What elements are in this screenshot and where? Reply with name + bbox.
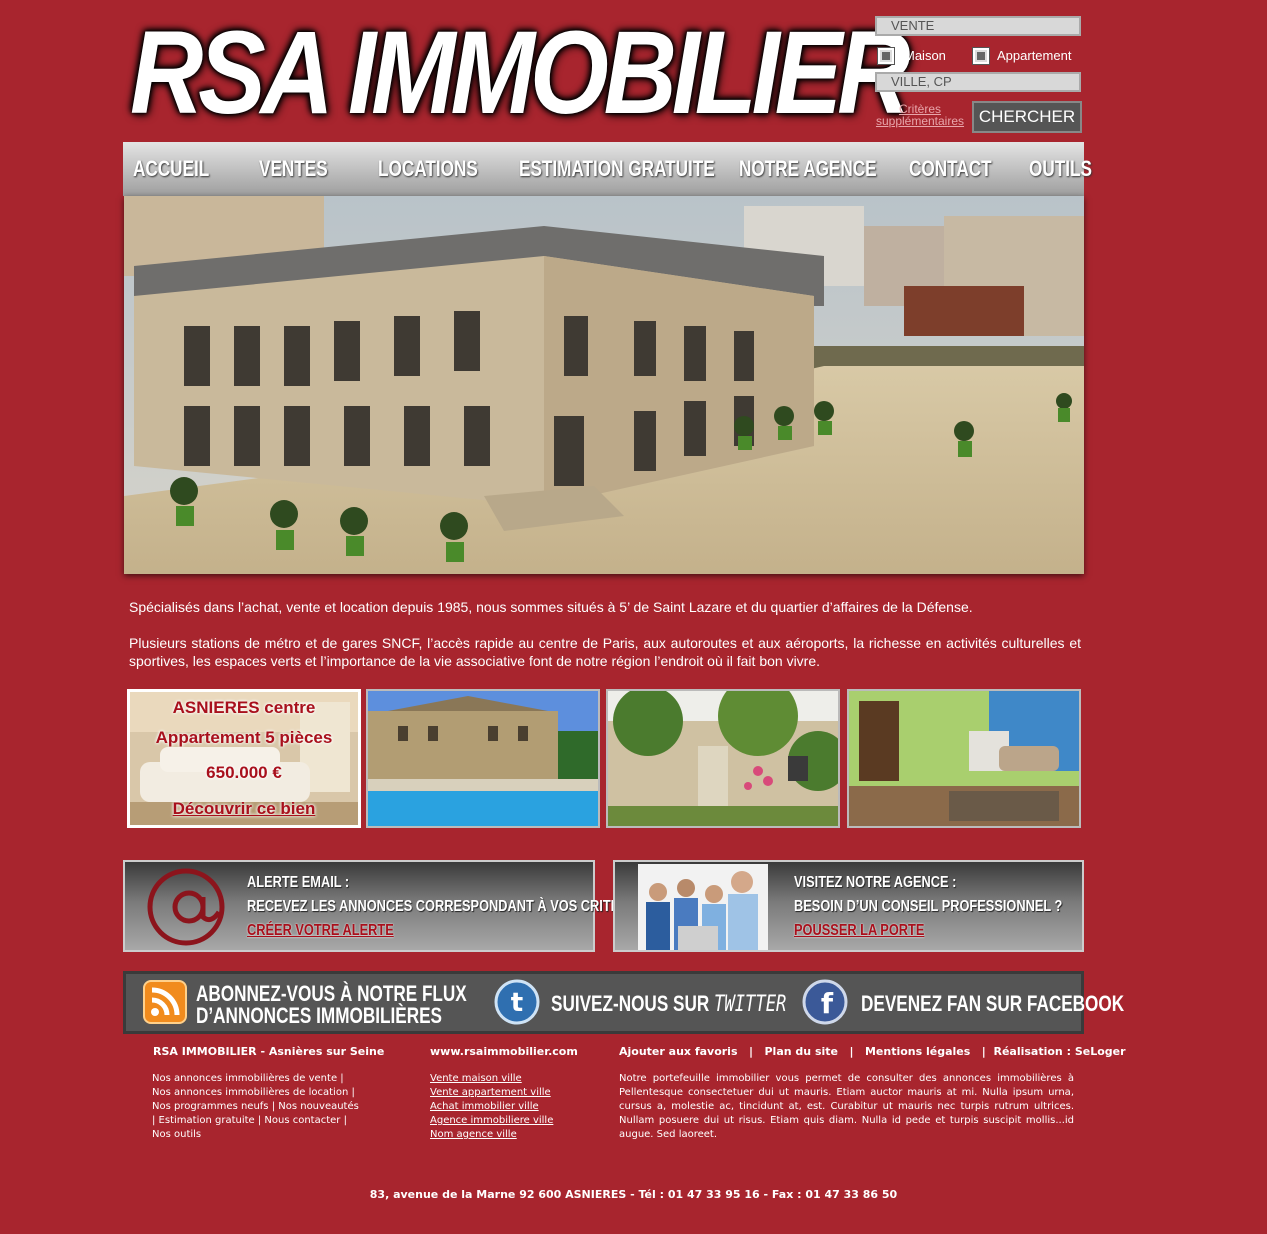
modern-living-photo [849, 691, 1079, 826]
agency-description: BESOIN D’UN CONSEIL PROFESSIONNEL ? [794, 898, 1063, 915]
featured-property-card[interactable]: ASNIERES centre Appartement 5 pièces 650… [127, 689, 361, 828]
featured-cta-link[interactable]: Découvrir ce bien [130, 799, 358, 819]
chateau-photo [124, 196, 1084, 574]
social-bar: ABONNEZ-VOUS À NOTRE FLUX D’ANNONCES IMM… [123, 971, 1124, 1034]
twitter-word: TWITTER [714, 992, 787, 1017]
footer-col1-line[interactable]: Nos annonces immobilières de vente | [152, 1072, 372, 1086]
footer-col2-links: Vente maison ville Vente appartement vil… [430, 1072, 590, 1142]
svg-text:f: f [821, 987, 834, 1020]
agency-title: VISITEZ NOTRE AGENCE : [794, 874, 957, 891]
footer-link[interactable]: Agence immobiliere ville [430, 1114, 590, 1128]
footer-col1-line[interactable]: Nos programmes neufs | Nos nouveautés [152, 1100, 372, 1114]
footer-col1-line[interactable]: Nos annonces immobilières de location | [152, 1086, 372, 1100]
featured-price: 650.000 € [206, 763, 282, 782]
visit-agency-link[interactable]: POUSSER LA PORTE [794, 919, 924, 943]
extra-criteria-line2: supplémentaires [875, 114, 965, 128]
footer-link[interactable]: Nom agence ville [430, 1128, 590, 1142]
property-thumbnail-garden[interactable] [606, 689, 840, 828]
footer-col2-title[interactable]: www.rsaimmobilier.com [430, 1045, 578, 1058]
nav-item-agence[interactable]: NOTRE AGENCE [739, 156, 877, 182]
nav-item-ventes[interactable]: VENTES [259, 156, 328, 182]
nav-item-contact[interactable]: CONTACT [909, 156, 992, 182]
footer-col3-text: Notre portefeuille immobilier vous perme… [619, 1073, 1074, 1140]
rss-line2[interactable]: D’ANNONCES IMMOBILIÈRES [196, 1005, 442, 1027]
footer-col1-line[interactable]: Nos outils [152, 1128, 372, 1142]
footer-link[interactable]: Vente appartement ville [430, 1086, 590, 1100]
at-sign-icon [147, 868, 225, 946]
twitter-prefix: SUIVEZ-NOUS SUR [551, 991, 710, 1016]
business-team-photo [638, 864, 768, 950]
footer-address: 83, avenue de la Marne 92 600 ASNIERES -… [369, 1188, 898, 1201]
maison-checkbox[interactable] [878, 48, 894, 64]
main-nav: ACCUEIL VENTES LOCATIONS ESTIMATION GRAT… [123, 142, 1092, 196]
featured-title: ASNIERES centre [172, 698, 316, 717]
twitter-link[interactable]: SUIVEZ-NOUS SUR TWITTER [551, 993, 786, 1016]
featured-subtitle: Appartement 5 pièces [155, 728, 333, 747]
email-alert-banner[interactable]: ALERTE EMAIL : RECEVEZ LES ANNONCES CORR… [123, 860, 646, 952]
nav-item-outils[interactable]: OUTILS [1029, 156, 1092, 182]
hero-image [124, 196, 1084, 574]
site-logo[interactable]: RSA IMMOBILIER [130, 12, 910, 134]
alert-title: ALERTE EMAIL : [247, 874, 350, 891]
property-thumbnail-pool[interactable] [366, 689, 600, 828]
footer-col1-line[interactable]: | Estimation gratuite | Nous contacter | [152, 1114, 372, 1128]
svg-text:t: t [511, 988, 523, 1018]
appartement-checkbox[interactable] [973, 48, 989, 64]
twitter-icon[interactable]: t [494, 979, 540, 1025]
create-alert-link[interactable]: CRÉER VOTRE ALERTE [247, 919, 394, 943]
footer-col3-links[interactable]: Ajouter aux favoris | Plan du site | Men… [619, 1045, 1126, 1058]
search-button[interactable]: CHERCHER [972, 101, 1082, 133]
alert-description: RECEVEZ LES ANNONCES CORRESPONDANT À VOS… [247, 898, 646, 915]
pool-house-photo [368, 691, 598, 826]
maison-label: Maison [904, 48, 946, 63]
footer-col1-title: RSA IMMOBILIER - Asnières sur Seine [153, 1045, 385, 1058]
appartement-label: Appartement [997, 48, 1072, 63]
facebook-link[interactable]: DEVENEZ FAN SUR FACEBOOK [861, 993, 1124, 1015]
footer-col1-list: Nos annonces immobilières de vente | Nos… [152, 1072, 372, 1142]
footer-link[interactable]: Achat immobilier ville [430, 1100, 590, 1114]
transaction-select[interactable]: VENTE [875, 16, 1081, 36]
extra-criteria-link[interactable]: Critères supplémentaires [868, 103, 972, 127]
intro-paragraph-2: Plusieurs stations de métro et de gares … [129, 635, 1081, 669]
nav-item-locations[interactable]: LOCATIONS [378, 156, 478, 182]
rss-icon[interactable] [143, 980, 187, 1024]
intro-paragraph-1: Spécialisés dans l’achat, vente et locat… [129, 599, 973, 615]
visit-agency-banner[interactable]: VISITEZ NOTRE AGENCE : BESOIN D’UN CONSE… [613, 860, 1084, 952]
property-thumbnail-living-room[interactable] [847, 689, 1081, 828]
garden-house-photo [608, 691, 838, 826]
nav-item-estimation[interactable]: ESTIMATION GRATUITE [519, 156, 715, 182]
rss-line1[interactable]: ABONNEZ-VOUS À NOTRE FLUX [196, 983, 467, 1005]
facebook-icon[interactable]: f [802, 979, 848, 1025]
nav-item-accueil[interactable]: ACCUEIL [133, 156, 209, 182]
footer-link[interactable]: Vente maison ville [430, 1072, 590, 1086]
city-input[interactable]: VILLE, CP [875, 72, 1081, 92]
